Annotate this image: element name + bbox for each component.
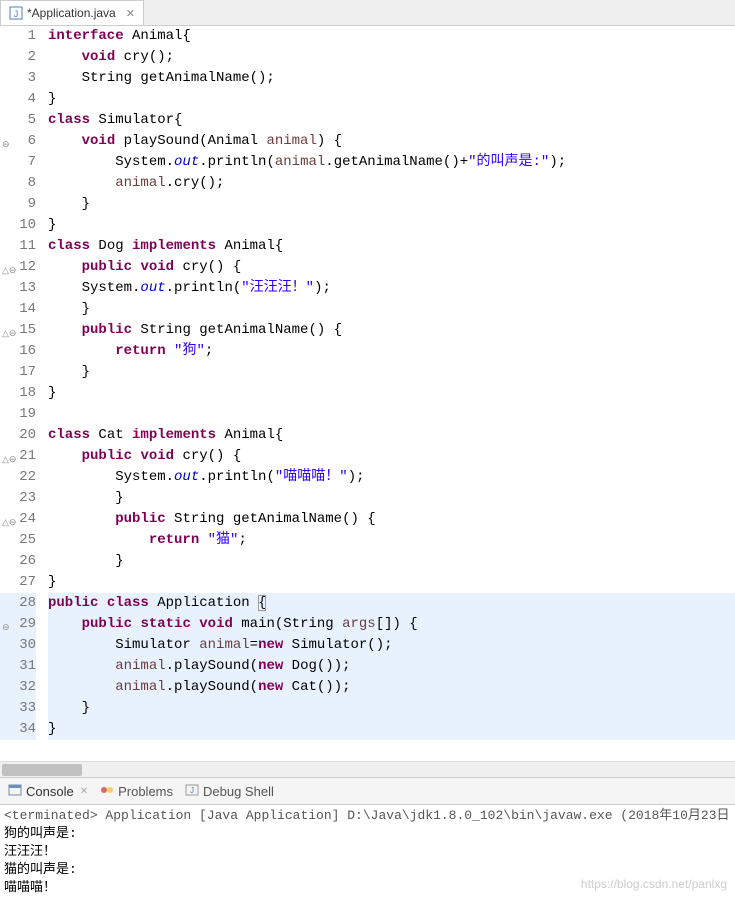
svg-text:J: J bbox=[190, 786, 194, 795]
code-line[interactable]: animal.cry(); bbox=[48, 173, 735, 194]
code-line[interactable]: System.out.println("汪汪汪！"); bbox=[48, 278, 735, 299]
line-number: 23 bbox=[0, 488, 36, 509]
line-number: 25 bbox=[0, 530, 36, 551]
line-number: 2 bbox=[0, 47, 36, 68]
line-number: 26 bbox=[0, 551, 36, 572]
code-line[interactable]: public String getAnimalName() { bbox=[48, 509, 735, 530]
code-line[interactable]: } bbox=[48, 194, 735, 215]
code-line[interactable]: } bbox=[48, 488, 735, 509]
line-number: 29⊖ bbox=[0, 614, 36, 635]
code-line[interactable]: System.out.println("喵喵喵！"); bbox=[48, 467, 735, 488]
code-line[interactable]: System.out.println(animal.getAnimalName(… bbox=[48, 152, 735, 173]
code-line[interactable]: String getAnimalName(); bbox=[48, 68, 735, 89]
tab-debug-shell[interactable]: J Debug Shell bbox=[185, 783, 274, 800]
code-line[interactable]: } bbox=[48, 215, 735, 236]
line-number: 20 bbox=[0, 425, 36, 446]
line-number: 19 bbox=[0, 404, 36, 425]
tab-filename: *Application.java bbox=[27, 6, 116, 20]
tab-console-label: Console bbox=[26, 784, 74, 799]
line-number: 3 bbox=[0, 68, 36, 89]
code-line[interactable] bbox=[48, 404, 735, 425]
editor-tab-bar: J *Application.java ✕ bbox=[0, 0, 735, 26]
line-gutter: 123456⊖789101112△⊖131415△⊖161718192021△⊖… bbox=[0, 26, 44, 761]
line-number: 18 bbox=[0, 383, 36, 404]
code-line[interactable]: } bbox=[48, 572, 735, 593]
code-line[interactable]: public class Application { bbox=[48, 593, 735, 614]
line-number: 4 bbox=[0, 89, 36, 110]
watermark-text: https://blog.csdn.net/panlxg bbox=[581, 877, 727, 891]
code-line[interactable]: interface Animal{ bbox=[48, 26, 735, 47]
code-line[interactable]: return "猫"; bbox=[48, 530, 735, 551]
line-number: 33 bbox=[0, 698, 36, 719]
code-line[interactable]: animal.playSound(new Dog()); bbox=[48, 656, 735, 677]
code-line[interactable]: class Simulator{ bbox=[48, 110, 735, 131]
console-line: 狗的叫声是: bbox=[4, 825, 731, 843]
tab-debug-shell-label: Debug Shell bbox=[203, 784, 274, 799]
line-number: 34 bbox=[0, 719, 36, 740]
editor-tab-application[interactable]: J *Application.java ✕ bbox=[0, 0, 144, 25]
close-icon[interactable]: ✕ bbox=[126, 7, 135, 20]
line-number: 21△⊖ bbox=[0, 446, 36, 467]
debug-shell-icon: J bbox=[185, 783, 199, 800]
tab-console[interactable]: Console ✕ bbox=[8, 783, 88, 800]
horizontal-scrollbar[interactable] bbox=[0, 761, 735, 777]
code-line[interactable]: } bbox=[48, 719, 735, 740]
scrollbar-thumb[interactable] bbox=[2, 764, 82, 776]
line-number: 8 bbox=[0, 173, 36, 194]
line-number: 32 bbox=[0, 677, 36, 698]
code-line[interactable]: class Cat implements Animal{ bbox=[48, 425, 735, 446]
code-line[interactable]: } bbox=[48, 89, 735, 110]
line-number: 24△⊖ bbox=[0, 509, 36, 530]
code-line[interactable]: return "狗"; bbox=[48, 341, 735, 362]
bottom-view-tabs: Console ✕ Problems J Debug Shell bbox=[0, 777, 735, 805]
code-line[interactable]: Simulator animal=new Simulator(); bbox=[48, 635, 735, 656]
line-number: 13 bbox=[0, 278, 36, 299]
code-line[interactable]: animal.playSound(new Cat()); bbox=[48, 677, 735, 698]
line-number: 28 bbox=[0, 593, 36, 614]
code-line[interactable]: public String getAnimalName() { bbox=[48, 320, 735, 341]
problems-icon bbox=[100, 783, 114, 800]
code-line[interactable]: } bbox=[48, 551, 735, 572]
console-icon bbox=[8, 783, 22, 800]
line-number: 30 bbox=[0, 635, 36, 656]
line-number: 27 bbox=[0, 572, 36, 593]
code-line[interactable]: } bbox=[48, 383, 735, 404]
line-number: 16 bbox=[0, 341, 36, 362]
line-number: 15△⊖ bbox=[0, 320, 36, 341]
code-line[interactable]: void cry(); bbox=[48, 47, 735, 68]
console-line: 汪汪汪！ bbox=[4, 843, 731, 861]
code-line[interactable]: public static void main(String args[]) { bbox=[48, 614, 735, 635]
line-number: 10 bbox=[0, 215, 36, 236]
line-number: 1 bbox=[0, 26, 36, 47]
close-icon[interactable]: ✕ bbox=[80, 786, 88, 797]
line-number: 17 bbox=[0, 362, 36, 383]
code-line[interactable]: } bbox=[48, 698, 735, 719]
line-number: 11 bbox=[0, 236, 36, 257]
console-run-header: <terminated> Application [Java Applicati… bbox=[4, 807, 731, 825]
line-number: 14 bbox=[0, 299, 36, 320]
code-line[interactable]: class Dog implements Animal{ bbox=[48, 236, 735, 257]
code-line[interactable]: } bbox=[48, 362, 735, 383]
java-file-icon: J bbox=[9, 6, 23, 20]
line-number: 7 bbox=[0, 152, 36, 173]
code-editor[interactable]: 123456⊖789101112△⊖131415△⊖161718192021△⊖… bbox=[0, 26, 735, 761]
line-number: 12△⊖ bbox=[0, 257, 36, 278]
svg-text:J: J bbox=[14, 9, 19, 19]
code-area[interactable]: interface Animal{ void cry(); String get… bbox=[44, 26, 735, 761]
tab-problems[interactable]: Problems bbox=[100, 783, 173, 800]
line-number: 31 bbox=[0, 656, 36, 677]
line-number: 22 bbox=[0, 467, 36, 488]
line-number: 9 bbox=[0, 194, 36, 215]
code-line[interactable]: public void cry() { bbox=[48, 257, 735, 278]
code-line[interactable]: void playSound(Animal animal) { bbox=[48, 131, 735, 152]
code-line[interactable]: public void cry() { bbox=[48, 446, 735, 467]
tab-problems-label: Problems bbox=[118, 784, 173, 799]
code-line[interactable]: } bbox=[48, 299, 735, 320]
line-number: 6⊖ bbox=[0, 131, 36, 152]
line-number: 5 bbox=[0, 110, 36, 131]
